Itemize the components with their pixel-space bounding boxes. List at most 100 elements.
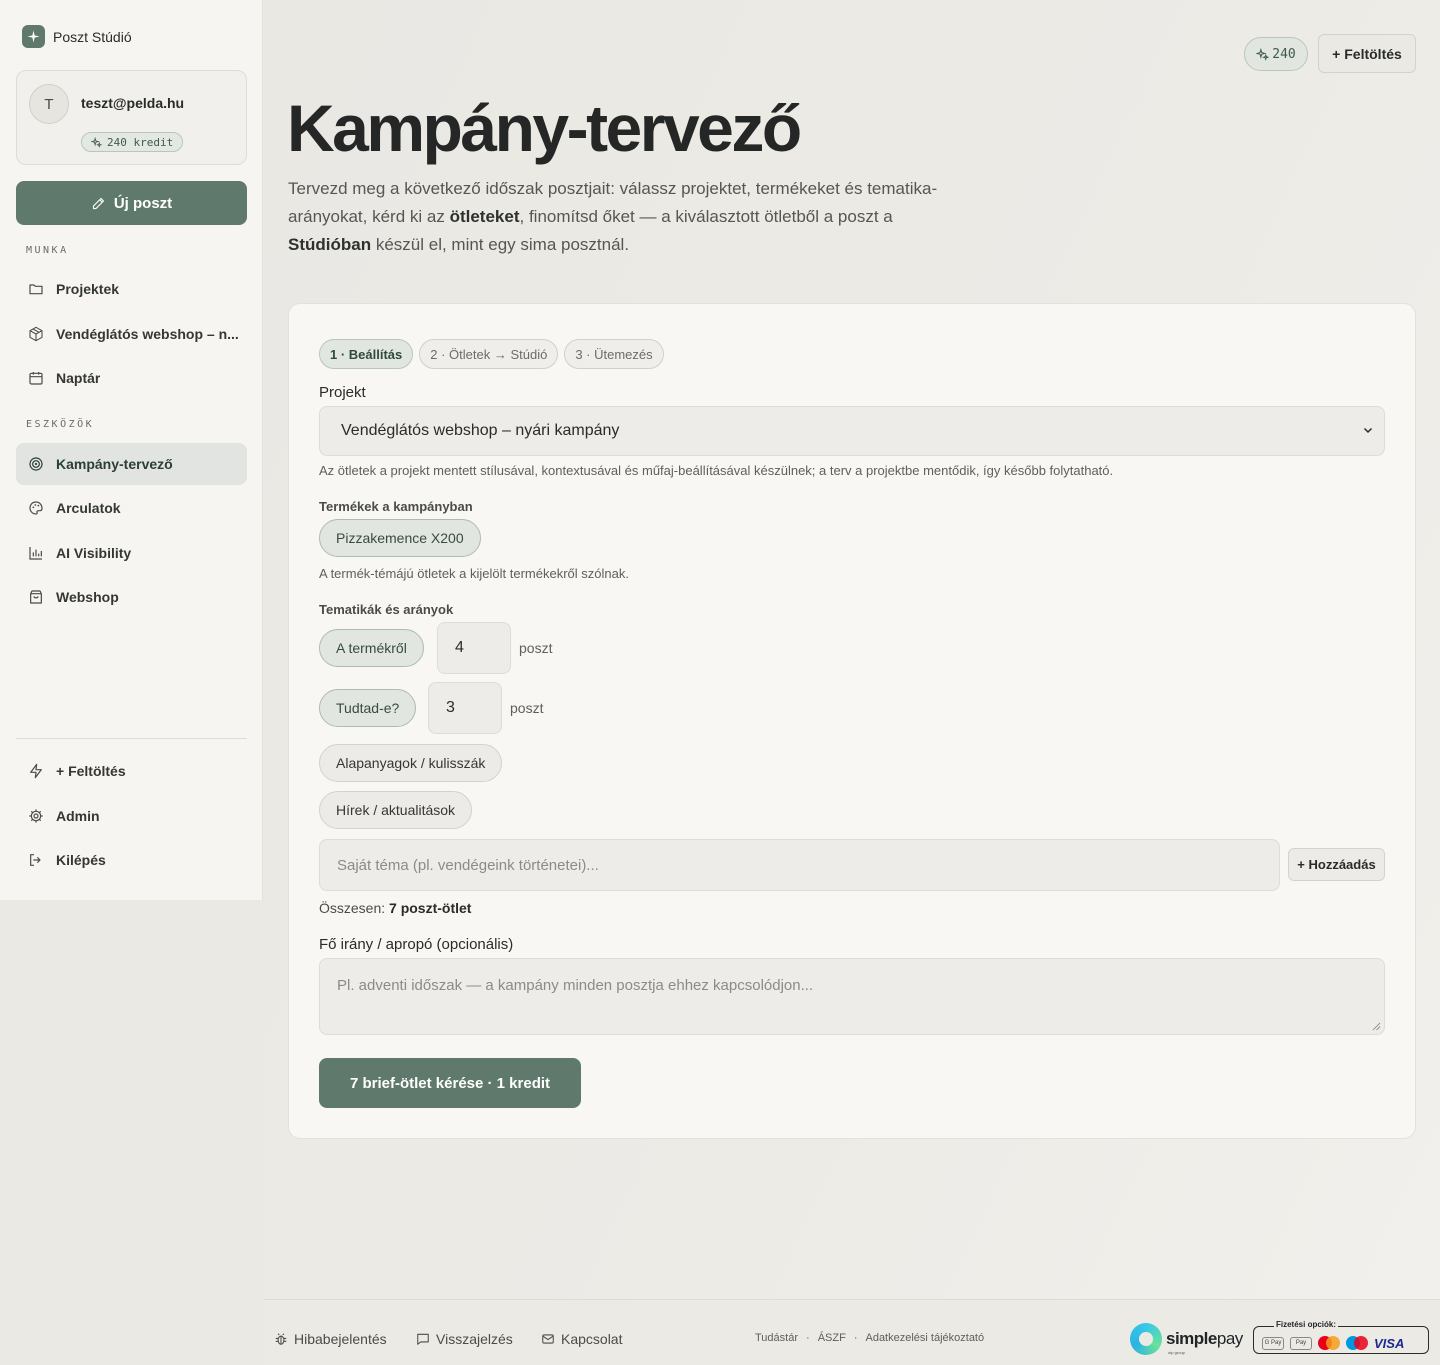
sidebar-item-label: Kilépés [56,852,106,868]
total-prefix: Összesen: [319,900,386,916]
message-icon [417,1333,429,1345]
shopping-bag-icon [28,589,44,605]
sidebar-item-projects[interactable]: Projektek [16,268,247,310]
sidebar: Poszt Stúdió T teszt@pelda.hu 240 kredit… [0,0,263,900]
theme-count-unit: poszt [510,700,544,716]
sidebar-item-webshop[interactable]: Webshop [16,576,247,618]
header-credit-badge[interactable]: 240 [1244,37,1308,71]
sidebar-item-label: Kampány-tervező [56,456,173,472]
sidebar-item-project-webshop[interactable]: Vendéglátós webshop – n... [16,313,247,355]
footer: Hibabejelentés Visszajelzés Kapcsolat Tu… [264,1299,1440,1365]
products-hint: A termék-témájú ötletek a kijelölt termé… [319,566,629,581]
bug-report-label: Hibabejelentés [294,1331,387,1347]
header-upload-button[interactable]: + Feltöltés [1318,34,1416,73]
sidebar-item-campaign-planner[interactable]: Kampány-tervező [16,443,247,485]
custom-theme-input[interactable]: Saját téma (pl. vendégeink történetei)..… [319,839,1280,891]
theme-chip-news[interactable]: Hírek / aktualitások [319,791,473,829]
page-desc-part: , finomítsd őket — a kiválasztott ötletb… [519,207,893,226]
gear-icon [28,808,44,824]
brand[interactable]: Poszt Stúdió [22,25,132,48]
tab-step-ideas[interactable]: 2 · Ötletek → Stúdió [419,339,559,369]
maestro-icon [1346,1336,1368,1350]
mail-icon [542,1334,554,1344]
section-label-work: MUNKA [26,245,69,256]
sidebar-item-calendar[interactable]: Naptár [16,357,247,399]
theme-chip-about-product[interactable]: A termékről [319,629,424,667]
avatar: T [29,84,69,124]
theme-chip-ingredients[interactable]: Alapanyagok / kulisszák [319,744,503,782]
visa-icon: VISA [1374,1335,1405,1351]
page-desc-bold: Stúdióban [288,235,372,254]
sidebar-item-label: + Feltöltés [56,763,126,779]
direction-label: Fő irány / apropó (opcionális) [319,936,514,953]
step-tabs: 1 · Beállítás 2 · Ötletek → Stúdió 3 · Ü… [319,339,664,369]
contact-link[interactable]: Kapcsolat [541,1331,622,1347]
sidebar-item-admin[interactable]: Admin [16,795,247,837]
sidebar-item-label: Projektek [56,281,120,297]
sidebar-divider [16,738,247,739]
project-select[interactable]: Vendéglátós webshop – nyári kampány [319,406,1385,456]
payment-options: Fizetési opciók: G Pay Pay VISA [1253,1320,1429,1354]
privacy-link[interactable]: Adatkezelési tájékoztató [865,1332,984,1344]
apple-pay-icon: Pay [1290,1336,1312,1350]
simplepay-mark-icon [1130,1323,1162,1355]
contact-label: Kapcsolat [561,1331,623,1347]
simplepay-wordmark-b: pay [1216,1329,1243,1348]
tab-step-settings[interactable]: 1 · Beállítás [319,339,414,369]
themes-label: Tematikák és arányok [319,602,454,617]
chevron-down-icon [1363,427,1373,434]
credit-badge: 240 kredit [81,132,184,152]
bar-chart-icon [28,545,44,561]
user-card: T teszt@pelda.hu 240 kredit [16,70,247,165]
mastercard-icon [1318,1336,1340,1350]
resize-grip-icon[interactable] [1372,1022,1381,1031]
calendar-icon [28,370,44,386]
new-post-button[interactable]: Új poszt [16,181,247,225]
simplepay-wordmark-a: simple [1166,1329,1217,1348]
tab-step-schedule[interactable]: 3 · Ütemezés [564,339,664,369]
target-icon [28,456,44,472]
sidebar-item-brand-styles[interactable]: Arculatok [16,487,247,529]
direction-textarea[interactable]: Pl. adventi időszak — a kampány minden p… [319,958,1385,1035]
sidebar-item-label: Admin [56,808,100,824]
total-value: 7 poszt-ötlet [389,900,472,916]
logout-icon [28,852,44,868]
credit-badge-label: 240 kredit [107,135,174,149]
simplepay-logo[interactable]: simplepay otp group [1130,1323,1243,1355]
sidebar-item-ai-visibility[interactable]: AI Visibility [16,532,247,574]
feedback-link[interactable]: Visszajelzés [416,1331,513,1347]
terms-link[interactable]: ÁSZF [818,1332,846,1344]
simplepay-subtitle: otp group [1168,1350,1185,1355]
new-post-label: Új poszt [113,194,173,212]
theme-count-input[interactable]: 3 [428,682,502,734]
header-credit-value: 240 [1272,46,1296,62]
sidebar-item-label: Webshop [56,589,119,605]
page-desc-part: készül el, mint egy sima posztnál. [371,235,630,254]
pencil-icon [92,197,104,209]
sidebar-item-label: Arculatok [56,500,121,516]
page-title: Kampány-tervező [287,91,802,165]
theme-chip-did-you-know[interactable]: Tudtad-e? [319,689,417,727]
google-pay-icon: G Pay [1262,1336,1284,1350]
theme-count-unit: poszt [519,640,553,656]
sparkle-logo-icon [22,25,45,48]
sidebar-item-label: Naptár [56,370,101,386]
total-summary: Összesen: 7 poszt-ötlet [319,900,471,916]
project-hint: Az ötletek a projekt mentett stílusával,… [319,463,1114,478]
payment-options-title: Fizetési opciók: [1274,1320,1339,1329]
page-description: Tervezd meg a következő időszak posztjai… [288,175,978,259]
products-label: Termékek a kampányban [319,499,473,514]
sparkles-icon [91,136,102,148]
planner-card: 1 · Beállítás 2 · Ötletek → Stúdió 3 · Ü… [288,303,1416,1139]
knowledge-base-link[interactable]: Tudástár [755,1332,798,1344]
bolt-icon [28,763,44,779]
user-email: teszt@pelda.hu [81,95,185,111]
add-theme-button[interactable]: + Hozzáadás [1288,848,1385,881]
request-ideas-button[interactable]: 7 brief-ötlet kérése · 1 kredit [319,1058,581,1108]
project-label: Projekt [319,384,366,401]
product-chip[interactable]: Pizzakemence X200 [319,519,481,557]
theme-count-input[interactable]: 4 [437,622,511,674]
sidebar-item-logout[interactable]: Kilépés [16,839,247,881]
bug-report-link[interactable]: Hibabejelentés [274,1331,387,1347]
sidebar-item-upload[interactable]: + Feltöltés [16,750,247,792]
